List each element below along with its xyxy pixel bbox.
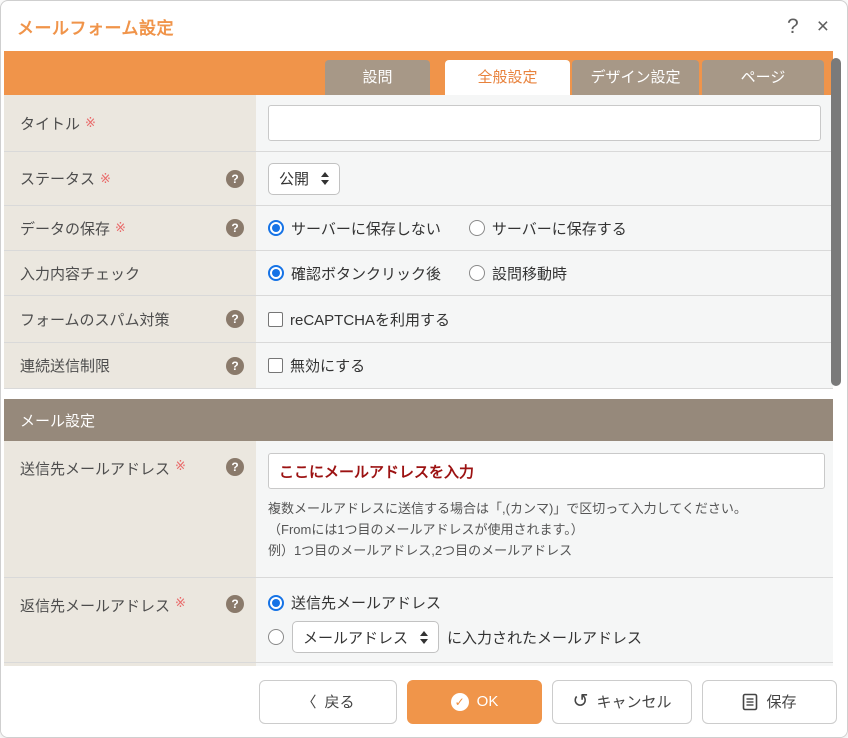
spam-help-icon[interactable]: ?: [226, 310, 244, 328]
radio-reply-from-field[interactable]: [268, 629, 284, 645]
tab-design-settings[interactable]: デザイン設定: [572, 60, 699, 95]
status-select[interactable]: 公開: [268, 163, 340, 195]
radio-icon: [469, 265, 485, 281]
radio-reply-same-as-to[interactable]: 送信先メールアドレス: [268, 592, 441, 613]
tab-questions[interactable]: 設問: [325, 60, 430, 95]
data-save-help-icon[interactable]: ?: [226, 219, 244, 237]
status-label: ステータス ※ ?: [4, 152, 256, 205]
row-status: ステータス ※ ? 公開: [4, 152, 833, 206]
title-input[interactable]: [268, 105, 821, 141]
radio-icon: [268, 220, 284, 236]
checkbox-icon: [268, 312, 283, 327]
mail-to-label: 送信先メールアドレス ※ ?: [4, 441, 256, 577]
close-icon[interactable]: ×: [817, 16, 829, 37]
mail-to-helper-text: 複数メールアドレスに送信する場合は「,(カンマ)」で区切って入力してください。 …: [268, 498, 825, 561]
radio-server-save[interactable]: サーバーに保存する: [469, 218, 627, 239]
dialog-title: メールフォーム設定: [17, 14, 174, 39]
row-mail-to: 送信先メールアドレス ※ ? 複数メールアドレスに送信する場合は「,(カンマ)」…: [4, 441, 833, 578]
radio-icon: [268, 629, 284, 645]
spam-label: フォームのスパム対策 ?: [4, 296, 256, 342]
rapid-help-icon[interactable]: ?: [226, 357, 244, 375]
required-mark: ※: [100, 171, 111, 187]
row-title: タイトル ※: [4, 95, 833, 152]
rapid-submit-label: 連続送信制限 ?: [4, 343, 256, 388]
mail-to-input[interactable]: [268, 453, 825, 489]
mail-to-help-icon[interactable]: ?: [226, 458, 244, 476]
checkbox-icon: [268, 358, 283, 373]
row-data-save: データの保存 ※ ? サーバーに保存しない サーバーに保存する: [4, 206, 833, 251]
titlebar-icons: ? ×: [787, 16, 829, 37]
tab-pages[interactable]: ページ: [702, 60, 824, 95]
mail-form-settings-dialog: メールフォーム設定 ? × 設問 全般設定 デザイン設定 ページ タイトル ※ …: [0, 0, 848, 738]
title-label: タイトル ※: [4, 95, 256, 151]
radio-no-server-save[interactable]: サーバーに保存しない: [268, 218, 441, 239]
section-gap: [4, 389, 833, 399]
checkbox-recaptcha[interactable]: reCAPTCHAを利用する: [268, 309, 450, 330]
reply-field-select[interactable]: メールアドレス: [292, 621, 439, 653]
help-icon[interactable]: ?: [787, 16, 799, 37]
scrollbar-thumb[interactable]: [831, 58, 841, 386]
save-document-icon: [742, 693, 758, 711]
undo-icon: ↺: [573, 692, 589, 711]
reply-option-suffix: に入力されたメールアドレス: [447, 627, 642, 648]
input-check-label: 入力内容チェック: [4, 251, 256, 295]
back-button[interactable]: 〈 戻る: [259, 680, 397, 724]
dialog-body: 設問 全般設定 デザイン設定 ページ タイトル ※ ステータス ※ ?: [4, 51, 833, 668]
radio-check-on-confirm[interactable]: 確認ボタンクリック後: [268, 263, 441, 284]
required-mark: ※: [85, 115, 96, 131]
footer-actions: 〈 戻る ✓ OK ↺ キャンセル 保存: [1, 666, 847, 737]
row-spam: フォームのスパム対策 ? reCAPTCHAを利用する: [4, 296, 833, 343]
required-mark: ※: [175, 458, 186, 474]
tab-bar: 設問 全般設定 デザイン設定 ページ: [4, 51, 833, 95]
status-help-icon[interactable]: ?: [226, 170, 244, 188]
tab-general-settings[interactable]: 全般設定: [445, 60, 570, 95]
reply-to-label: 返信先メールアドレス ※ ?: [4, 578, 256, 662]
checkbox-disable[interactable]: 無効にする: [268, 355, 365, 376]
chevron-left-icon: 〈: [301, 691, 316, 712]
radio-check-on-move[interactable]: 設問移動時: [469, 263, 567, 284]
select-arrows-icon: [420, 631, 428, 644]
required-mark: ※: [115, 220, 126, 236]
mail-settings-section-header: メール設定: [4, 399, 833, 441]
row-rapid-submit: 連続送信制限 ? 無効にする: [4, 343, 833, 389]
row-reply-to: 返信先メールアドレス ※ ? 送信先メールアドレス メールアドレス: [4, 578, 833, 663]
save-button[interactable]: 保存: [702, 680, 837, 724]
required-mark: ※: [175, 595, 186, 611]
data-save-label: データの保存 ※ ?: [4, 206, 256, 250]
radio-icon: [469, 220, 485, 236]
radio-icon: [268, 595, 284, 611]
titlebar: メールフォーム設定 ? ×: [1, 1, 847, 51]
row-input-check: 入力内容チェック 確認ボタンクリック後 設問移動時: [4, 251, 833, 296]
check-circle-icon: ✓: [451, 693, 469, 711]
reply-to-help-icon[interactable]: ?: [226, 595, 244, 613]
select-arrows-icon: [321, 172, 329, 185]
ok-button[interactable]: ✓ OK: [407, 680, 542, 724]
radio-icon: [268, 265, 284, 281]
cancel-button[interactable]: ↺ キャンセル: [552, 680, 692, 724]
